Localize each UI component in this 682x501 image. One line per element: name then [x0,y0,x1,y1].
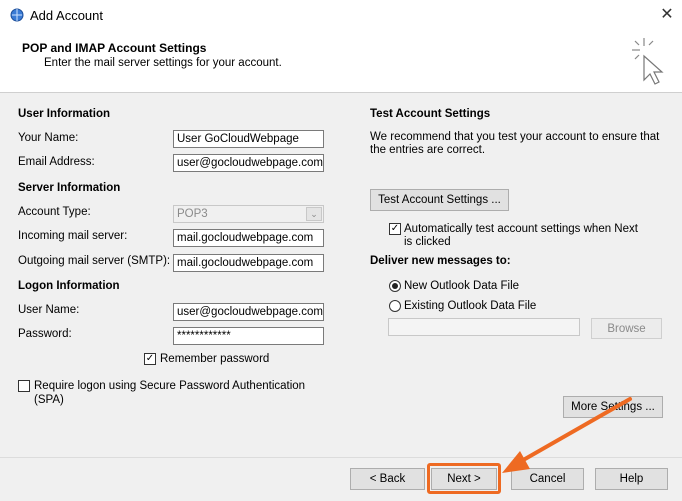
back-button[interactable]: < Back [350,468,425,490]
test-desc-line2: the entries are correct. [370,144,486,156]
email-input[interactable]: user@gocloudwebpage.com [173,154,324,172]
spa-label-cont: (SPA) [34,394,64,406]
your-name-label: Your Name: [18,132,79,144]
annotation-arrow-icon [502,397,632,473]
logon-info-heading: Logon Information [18,280,120,292]
test-settings-heading: Test Account Settings [370,108,491,120]
auto-test-checkbox[interactable]: ✓ [389,223,401,235]
deliver-heading: Deliver new messages to: [370,255,511,267]
header-title: POP and IMAP Account Settings [22,41,207,55]
outgoing-server-label: Outgoing mail server (SMTP): [18,255,171,267]
your-name-input[interactable]: User GoCloudWebpage [173,130,324,148]
account-type-value: POP3 [177,208,208,220]
close-icon[interactable]: ✕ [656,4,678,26]
user-name-label: User Name: [18,304,80,316]
header-subtitle: Enter the mail server settings for your … [44,57,282,69]
existing-data-file-path [388,318,580,336]
spa-label: Require logon using Secure Password Auth… [34,380,306,392]
outlook-globe-icon [10,8,24,22]
test-account-settings-button[interactable]: Test Account Settings ... [370,189,509,211]
browse-button: Browse [591,318,662,339]
spa-checkbox[interactable] [18,380,30,392]
remember-password-label: Remember password [160,353,270,365]
auto-test-label: Automatically test account settings when… [404,223,638,235]
user-name-input[interactable]: user@gocloudwebpage.com [173,303,324,321]
test-desc-line1: We recommend that you test your account … [370,131,660,143]
new-data-file-label: New Outlook Data File [404,280,520,292]
existing-data-file-radio[interactable] [389,300,401,312]
password-input[interactable]: ************ [173,327,324,345]
outgoing-server-input[interactable]: mail.gocloudwebpage.com [173,254,324,272]
cursor-click-icon [632,38,664,85]
incoming-server-label: Incoming mail server: [18,230,128,242]
next-button[interactable]: Next > [431,468,497,490]
password-label: Password: [18,328,72,340]
account-type-label: Account Type: [18,206,91,218]
auto-test-label-cont: is clicked [404,236,451,248]
existing-data-file-label: Existing Outlook Data File [404,300,537,312]
window-title: Add Account [30,8,103,23]
user-info-heading: User Information [18,108,111,120]
chevron-down-icon: ⌄ [306,207,322,221]
email-label: Email Address: [18,156,95,168]
account-type-select: POP3 ⌄ [173,205,324,223]
remember-password-checkbox[interactable]: ✓ [144,353,156,365]
server-info-heading: Server Information [18,182,121,194]
incoming-server-input[interactable]: mail.gocloudwebpage.com [173,229,324,247]
new-data-file-radio[interactable] [389,280,401,292]
